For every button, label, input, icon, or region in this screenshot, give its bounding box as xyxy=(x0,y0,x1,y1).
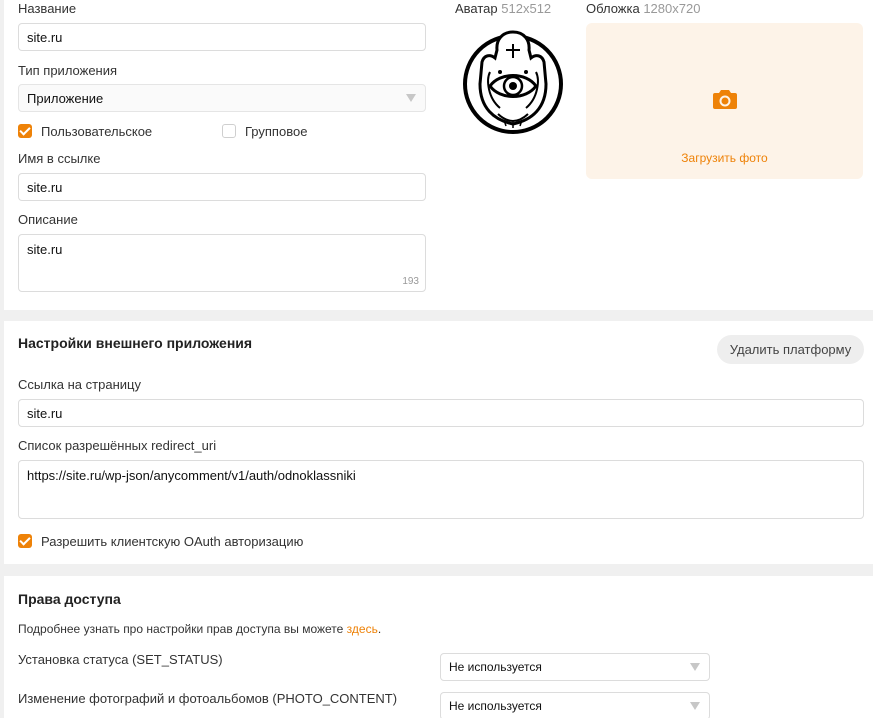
permissions-info-link[interactable]: здесь xyxy=(347,622,378,636)
external-settings-title: Настройки внешнего приложения xyxy=(18,335,253,351)
user-type-checkbox[interactable] xyxy=(18,124,32,138)
oauth-checkbox[interactable] xyxy=(18,534,32,548)
chevron-down-icon xyxy=(690,663,700,671)
permissions-info-text: Подробнее узнать про настройки прав дост… xyxy=(18,622,347,636)
app-type-label: Тип приложения xyxy=(18,63,118,78)
permissions-info-suffix: . xyxy=(377,622,382,636)
permissions-card: Права доступа Подробнее узнать про настр… xyxy=(4,576,873,718)
page-link-label: Ссылка на страницу xyxy=(18,377,141,392)
cover-size: 1280x720 xyxy=(643,1,701,16)
description-counter: 193 xyxy=(402,276,419,287)
permissions-info: Подробнее узнать про настройки прав дост… xyxy=(18,622,381,636)
avatar-image[interactable] xyxy=(462,28,564,140)
description-value: site.ru xyxy=(27,242,63,257)
chevron-down-icon xyxy=(406,94,416,102)
page-link-input[interactable]: site.ru xyxy=(18,399,864,427)
cover-label-text: Обложка xyxy=(586,1,640,16)
redirect-uri-value: https://site.ru/wp-json/anycomment/v1/au… xyxy=(27,468,356,483)
group-type-checkbox[interactable] xyxy=(222,124,236,138)
app-settings-card: Название site.ru Тип приложения Приложен… xyxy=(4,0,873,310)
permission-label: Установка статуса (SET_STATUS) xyxy=(18,652,223,667)
chevron-down-icon xyxy=(690,702,700,710)
permission-label: Изменение фотографий и фотоальбомов (PHO… xyxy=(18,691,398,706)
permission-select-value: Не используется xyxy=(449,660,542,674)
app-type-select[interactable]: Приложение xyxy=(18,84,426,112)
permissions-title: Права доступа xyxy=(18,591,121,607)
permission-select-value: Не используется xyxy=(449,699,542,713)
name-label: Название xyxy=(18,1,77,16)
link-name-input[interactable]: site.ru xyxy=(18,173,426,201)
avatar-label-text: Аватар xyxy=(455,1,498,16)
user-type-label[interactable]: Пользовательское xyxy=(41,124,152,139)
description-textarea[interactable]: site.ru 193 xyxy=(18,234,426,292)
camera-icon xyxy=(713,90,737,109)
cover-label: Обложка 1280x720 xyxy=(586,1,700,16)
redirect-uri-label: Список разрешённых redirect_uri xyxy=(18,438,217,453)
oauth-label[interactable]: Разрешить клиентскую OAuth авторизацию xyxy=(41,534,303,549)
link-name-label: Имя в ссылке xyxy=(18,151,101,166)
cover-upload-area[interactable]: Загрузить фото xyxy=(586,23,863,179)
description-label: Описание xyxy=(18,212,78,227)
permission-select[interactable]: Не используется xyxy=(440,692,710,718)
permission-select[interactable]: Не используется xyxy=(440,653,710,681)
app-type-value: Приложение xyxy=(27,90,104,106)
delete-platform-button[interactable]: Удалить платформу xyxy=(717,335,864,364)
avatar-label: Аватар 512x512 xyxy=(455,1,551,16)
hamsa-eye-logo-icon xyxy=(463,30,563,134)
name-input[interactable]: site.ru xyxy=(18,23,426,51)
group-type-label[interactable]: Групповое xyxy=(245,124,307,139)
upload-photo-link[interactable]: Загрузить фото xyxy=(586,151,863,165)
avatar-size: 512x512 xyxy=(501,1,552,16)
external-settings-card: Настройки внешнего приложения Удалить пл… xyxy=(4,321,873,564)
redirect-uri-textarea[interactable]: https://site.ru/wp-json/anycomment/v1/au… xyxy=(18,460,864,519)
